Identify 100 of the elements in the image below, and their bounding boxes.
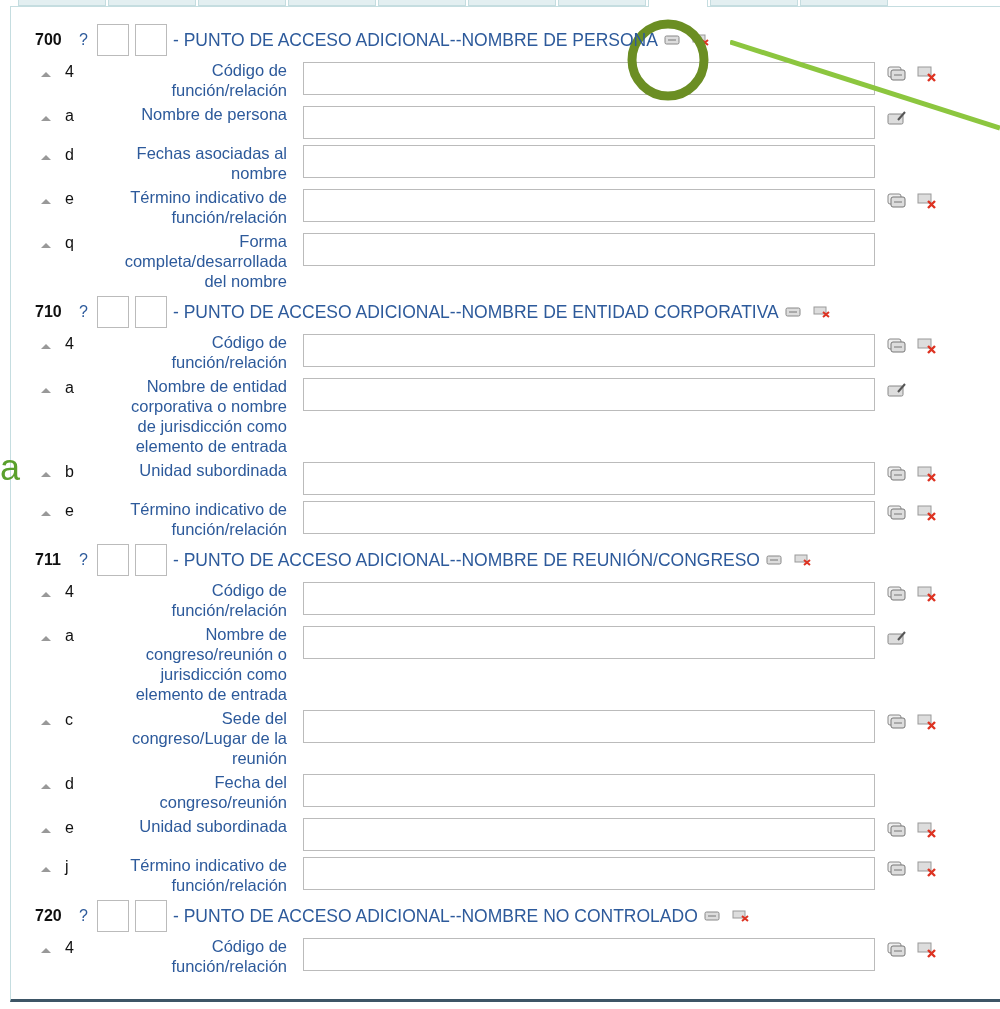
indicator-field[interactable] bbox=[97, 296, 129, 328]
subfield-code: c bbox=[65, 710, 74, 730]
subfield-input[interactable] bbox=[303, 189, 875, 222]
edit-icon[interactable] bbox=[887, 382, 907, 398]
duplicate-icon[interactable] bbox=[887, 66, 907, 82]
subfield-code: q bbox=[65, 233, 75, 253]
delete-icon[interactable] bbox=[917, 466, 937, 482]
subfield-input[interactable] bbox=[303, 62, 875, 95]
delete-icon[interactable] bbox=[794, 554, 812, 566]
delete-icon[interactable] bbox=[917, 338, 937, 354]
subfield-label: Unidad subordinada bbox=[138, 816, 287, 836]
duplicate-icon[interactable] bbox=[887, 714, 907, 730]
subfield-code: 4 bbox=[65, 582, 75, 602]
subfield-code: a bbox=[65, 626, 75, 646]
subfield-input[interactable] bbox=[303, 462, 875, 495]
subfield-label: Sede del congreso/Lugar de la reunión bbox=[130, 708, 287, 768]
delete-icon[interactable] bbox=[917, 942, 937, 958]
subfield-input[interactable] bbox=[303, 710, 875, 743]
subfield-label: Término indicativo de función/relación bbox=[129, 499, 287, 539]
delete-icon[interactable] bbox=[917, 505, 937, 521]
duplicate-icon[interactable] bbox=[887, 193, 907, 209]
move-up-icon[interactable] bbox=[41, 198, 51, 204]
move-up-icon[interactable] bbox=[41, 115, 51, 121]
subfield-input[interactable] bbox=[303, 378, 875, 411]
tab[interactable] bbox=[648, 0, 708, 7]
field-tag: 710 bbox=[35, 303, 79, 321]
field-tag: 711 bbox=[35, 551, 79, 569]
subfield-code: e bbox=[65, 818, 75, 838]
duplicate-icon[interactable] bbox=[887, 466, 907, 482]
delete-icon[interactable] bbox=[917, 861, 937, 877]
indicator-field[interactable] bbox=[97, 900, 129, 932]
subfield-label: Nombre de entidad corporativa o nombre de jurisdicción como elemento de entrada bbox=[130, 376, 287, 456]
duplicate-icon[interactable] bbox=[663, 34, 682, 46]
duplicate-icon[interactable] bbox=[887, 338, 907, 354]
field-tag: 720 bbox=[35, 907, 79, 925]
duplicate-icon[interactable] bbox=[784, 306, 803, 318]
help-link[interactable]: ? bbox=[79, 907, 97, 925]
indicator-field[interactable] bbox=[135, 900, 167, 932]
duplicate-icon[interactable] bbox=[766, 554, 784, 566]
indicator-field[interactable] bbox=[97, 544, 129, 576]
delete-icon[interactable] bbox=[917, 193, 937, 209]
move-up-icon[interactable] bbox=[41, 510, 51, 516]
move-up-icon[interactable] bbox=[41, 471, 51, 477]
subfield-input[interactable] bbox=[303, 582, 875, 615]
edit-icon[interactable] bbox=[887, 630, 907, 646]
delete-icon[interactable] bbox=[917, 822, 937, 838]
duplicate-icon[interactable] bbox=[887, 942, 907, 958]
subfield-input[interactable] bbox=[303, 233, 875, 266]
move-up-icon[interactable] bbox=[41, 635, 51, 641]
subfield-label: Código de función/relación bbox=[170, 332, 287, 372]
subfield-label: Forma completa/desarrollada del nombre bbox=[123, 231, 287, 291]
move-up-icon[interactable] bbox=[41, 591, 51, 597]
move-up-icon[interactable] bbox=[41, 343, 51, 349]
duplicate-icon[interactable] bbox=[887, 861, 907, 877]
move-up-icon[interactable] bbox=[41, 947, 51, 953]
delete-icon[interactable] bbox=[812, 306, 831, 318]
indicator-field[interactable] bbox=[135, 296, 167, 328]
delete-icon[interactable] bbox=[731, 910, 750, 922]
subfield-input[interactable] bbox=[303, 857, 875, 890]
move-up-icon[interactable] bbox=[41, 783, 51, 789]
delete-icon[interactable] bbox=[917, 66, 937, 82]
subfield-input[interactable] bbox=[303, 106, 875, 139]
move-up-icon[interactable] bbox=[41, 719, 51, 725]
move-up-icon[interactable] bbox=[41, 827, 51, 833]
help-link[interactable]: ? bbox=[79, 31, 97, 49]
indicator-field[interactable] bbox=[135, 24, 167, 56]
subfield-code: j bbox=[65, 857, 70, 877]
subfield-label: Fechas asociadas al nombre bbox=[135, 143, 287, 183]
move-up-icon[interactable] bbox=[41, 154, 51, 160]
duplicate-icon[interactable] bbox=[887, 822, 907, 838]
edit-icon[interactable] bbox=[887, 110, 907, 126]
duplicate-icon[interactable] bbox=[887, 586, 907, 602]
delete-icon[interactable] bbox=[917, 714, 937, 730]
move-up-icon[interactable] bbox=[41, 242, 51, 248]
subfield-code: d bbox=[65, 774, 75, 794]
move-up-icon[interactable] bbox=[41, 71, 51, 77]
field-title: - PUNTO DE ACCESO ADICIONAL--NOMBRE DE REUNIÓN/CONGRESO bbox=[173, 549, 760, 571]
duplicate-icon[interactable] bbox=[703, 910, 722, 922]
subfield-input[interactable] bbox=[303, 145, 875, 178]
subfield-code: b bbox=[65, 462, 75, 482]
subfield-code: e bbox=[65, 501, 75, 521]
move-up-icon[interactable] bbox=[41, 866, 51, 872]
subfield-input[interactable] bbox=[303, 774, 875, 807]
indicator-field[interactable] bbox=[97, 24, 129, 56]
subfield-input[interactable] bbox=[303, 818, 875, 851]
field-tag: 700 bbox=[35, 31, 79, 49]
delete-icon[interactable] bbox=[917, 586, 937, 602]
subfield-label: Código de función/relación bbox=[170, 60, 287, 100]
subfield-input[interactable] bbox=[303, 938, 875, 971]
move-up-icon[interactable] bbox=[41, 387, 51, 393]
help-link[interactable]: ? bbox=[79, 303, 97, 321]
indicator-field[interactable] bbox=[135, 544, 167, 576]
subfield-input[interactable] bbox=[303, 334, 875, 367]
subfield-input[interactable] bbox=[303, 501, 875, 534]
subfield-input[interactable] bbox=[303, 626, 875, 659]
duplicate-icon[interactable] bbox=[887, 505, 907, 521]
subfield-code: a bbox=[65, 378, 75, 398]
subfield-code: d bbox=[65, 145, 75, 165]
subfield-label: Unidad subordinada bbox=[138, 460, 287, 480]
help-link[interactable]: ? bbox=[79, 551, 97, 569]
